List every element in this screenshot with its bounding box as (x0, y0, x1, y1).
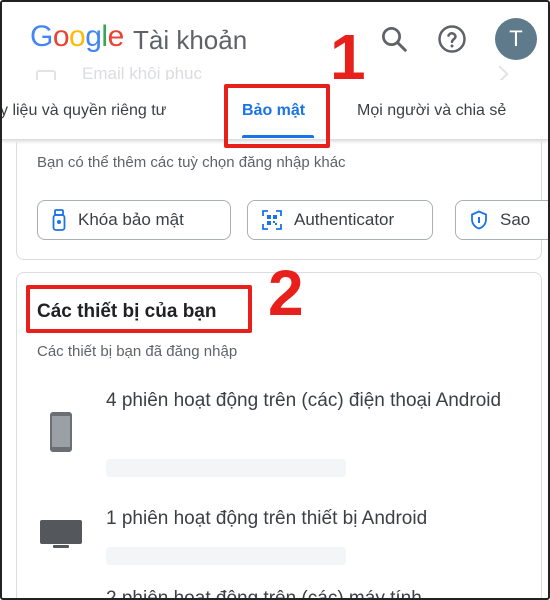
annotation-box-1 (224, 84, 330, 148)
device-item-phones[interactable]: 4 phiên hoạt động trên (các) điện thoại … (17, 381, 543, 481)
product-name: Tài khoản (133, 25, 248, 55)
help-icon[interactable] (437, 24, 467, 54)
logo-letter: e (107, 20, 125, 53)
device-item-computers[interactable]: 2 phiên hoạt động trên (các) máy tính (17, 583, 543, 600)
devices-subtitle: Các thiết bị bạn đã đăng nhập (37, 343, 238, 360)
google-logo[interactable]: Google (30, 20, 124, 54)
security-key-label: Khóa bảo mật (78, 210, 184, 229)
qr-code-icon (262, 210, 282, 230)
device-computers-text: 2 phiên hoạt động trên (các) máy tính (106, 588, 422, 600)
authenticator-button[interactable]: Authenticator (247, 200, 433, 240)
logo-letter: o (52, 20, 70, 53)
annotation-number-1: 1 (330, 21, 366, 93)
account-avatar[interactable]: T (495, 18, 537, 60)
device-item-tv[interactable]: 1 phiên hoạt động trên thiết bị Android (17, 499, 543, 571)
device-phones-text: 4 phiên hoạt động trên (các) điện thoại … (106, 390, 502, 411)
search-icon[interactable] (379, 24, 409, 54)
logo-letter: o (69, 20, 86, 53)
signin-options-description: Bạn có thể thêm các tuỳ chọn đăng nhập k… (37, 154, 346, 171)
tab-people-sharing[interactable]: Mọi người và chia sẻ (357, 102, 506, 120)
signin-options-card: Bạn có thể thêm các tuỳ chọn đăng nhập k… (16, 142, 548, 260)
phone-icon (50, 412, 72, 452)
logo-letter: g (85, 20, 102, 53)
security-key-icon (52, 209, 66, 231)
device-details-blur (106, 547, 346, 565)
security-key-button[interactable]: Khóa bảo mật (37, 200, 231, 240)
device-details-blur (106, 459, 346, 477)
tab-data-privacy[interactable]: y liệu và quyền riêng tư (2, 102, 166, 120)
device-tv-text: 1 phiên hoạt động trên thiết bị Android (106, 508, 428, 529)
annotation-number-2: 2 (268, 257, 304, 329)
annotation-box-2 (26, 285, 252, 333)
shield-icon (471, 210, 487, 230)
logo-letter: G (30, 20, 53, 53)
app-header: Email khôi phục Google Tài khoản T (2, 2, 548, 84)
authenticator-label: Authenticator (294, 210, 395, 229)
screenshot-frame: Email khôi phục Google Tài khoản T y liệ… (0, 0, 550, 600)
backup-codes-label: Sao (500, 210, 531, 229)
backup-codes-button[interactable]: Sao (455, 200, 548, 240)
tv-icon (40, 520, 82, 548)
